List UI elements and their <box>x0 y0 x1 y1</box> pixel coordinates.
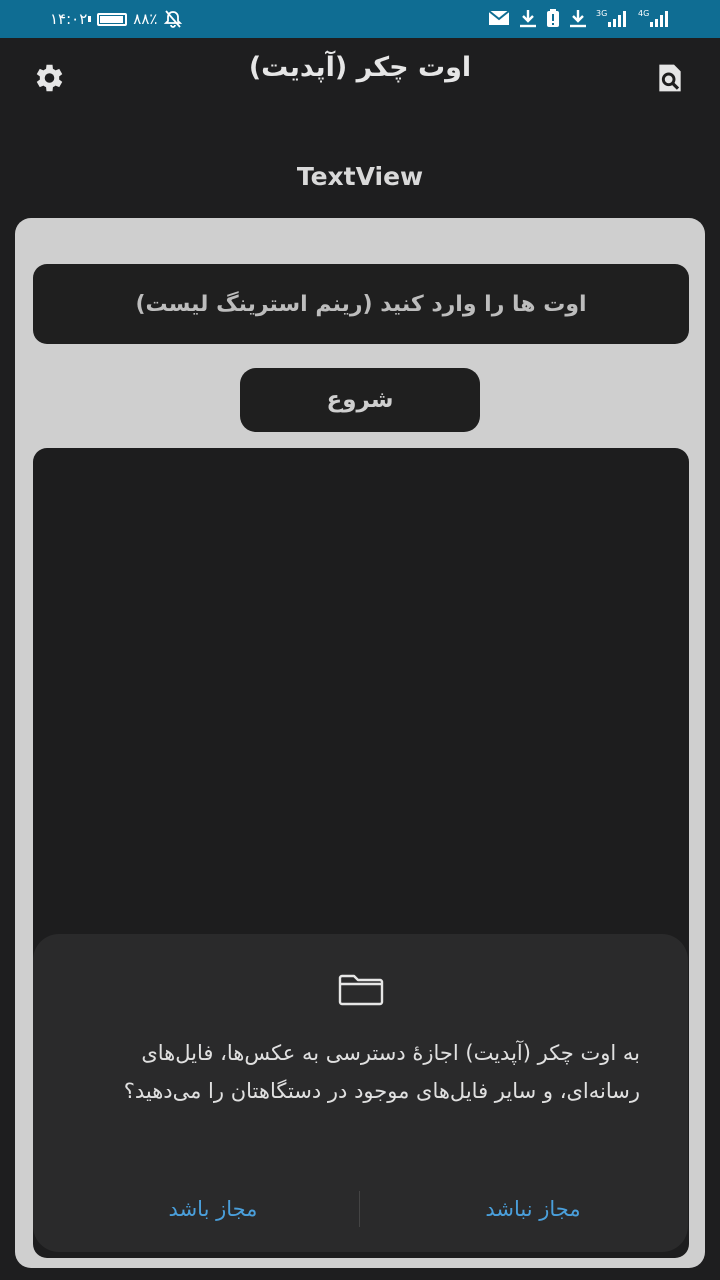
mail-icon <box>488 10 510 26</box>
document-search-icon[interactable] <box>654 62 686 98</box>
battery-percent: ۸۸٪ <box>133 10 158 28</box>
network-3g-label: 3G <box>596 9 607 18</box>
app-bar: اوت چکر (آپدیت) <box>0 38 720 118</box>
folder-icon <box>338 974 384 1010</box>
status-time: ۱۴:۰۲ <box>50 10 88 28</box>
deny-button[interactable]: مجاز نباشد <box>413 1189 653 1229</box>
signal-4g-icon: 4G <box>638 8 672 28</box>
network-4g-label: 4G <box>638 9 649 18</box>
battery-icon <box>97 12 128 26</box>
outs-input-field[interactable]: اوت ها را وارد کنید (رینم استرینگ لیست) <box>33 264 689 344</box>
download-icon <box>518 8 538 28</box>
notifications-muted-icon <box>163 9 183 29</box>
battery-alert-icon <box>546 8 560 28</box>
permission-dialog: به اوت چکر (آپدیت) اجازهٔ دسترسی به عکس‌… <box>33 934 688 1252</box>
status-right: 3G 4G <box>488 8 672 28</box>
button-divider <box>359 1191 360 1227</box>
signal-3g-icon: 3G <box>596 8 630 28</box>
battery-fill <box>100 15 124 23</box>
textview-label: TextView <box>296 162 424 191</box>
battery-cap <box>88 16 92 22</box>
start-button[interactable]: شروع <box>240 368 480 432</box>
status-bar: ۱۴:۰۲ ۸۸٪ 3G 4G <box>0 0 720 38</box>
download-icon <box>568 8 588 28</box>
allow-button[interactable]: مجاز باشد <box>93 1189 333 1229</box>
app-title: اوت چکر (آپدیت) <box>248 52 472 83</box>
status-left: ۱۴:۰۲ ۸۸٪ <box>50 9 183 29</box>
permission-message: به اوت چکر (آپدیت) اجازهٔ دسترسی به عکس‌… <box>123 1041 640 1103</box>
